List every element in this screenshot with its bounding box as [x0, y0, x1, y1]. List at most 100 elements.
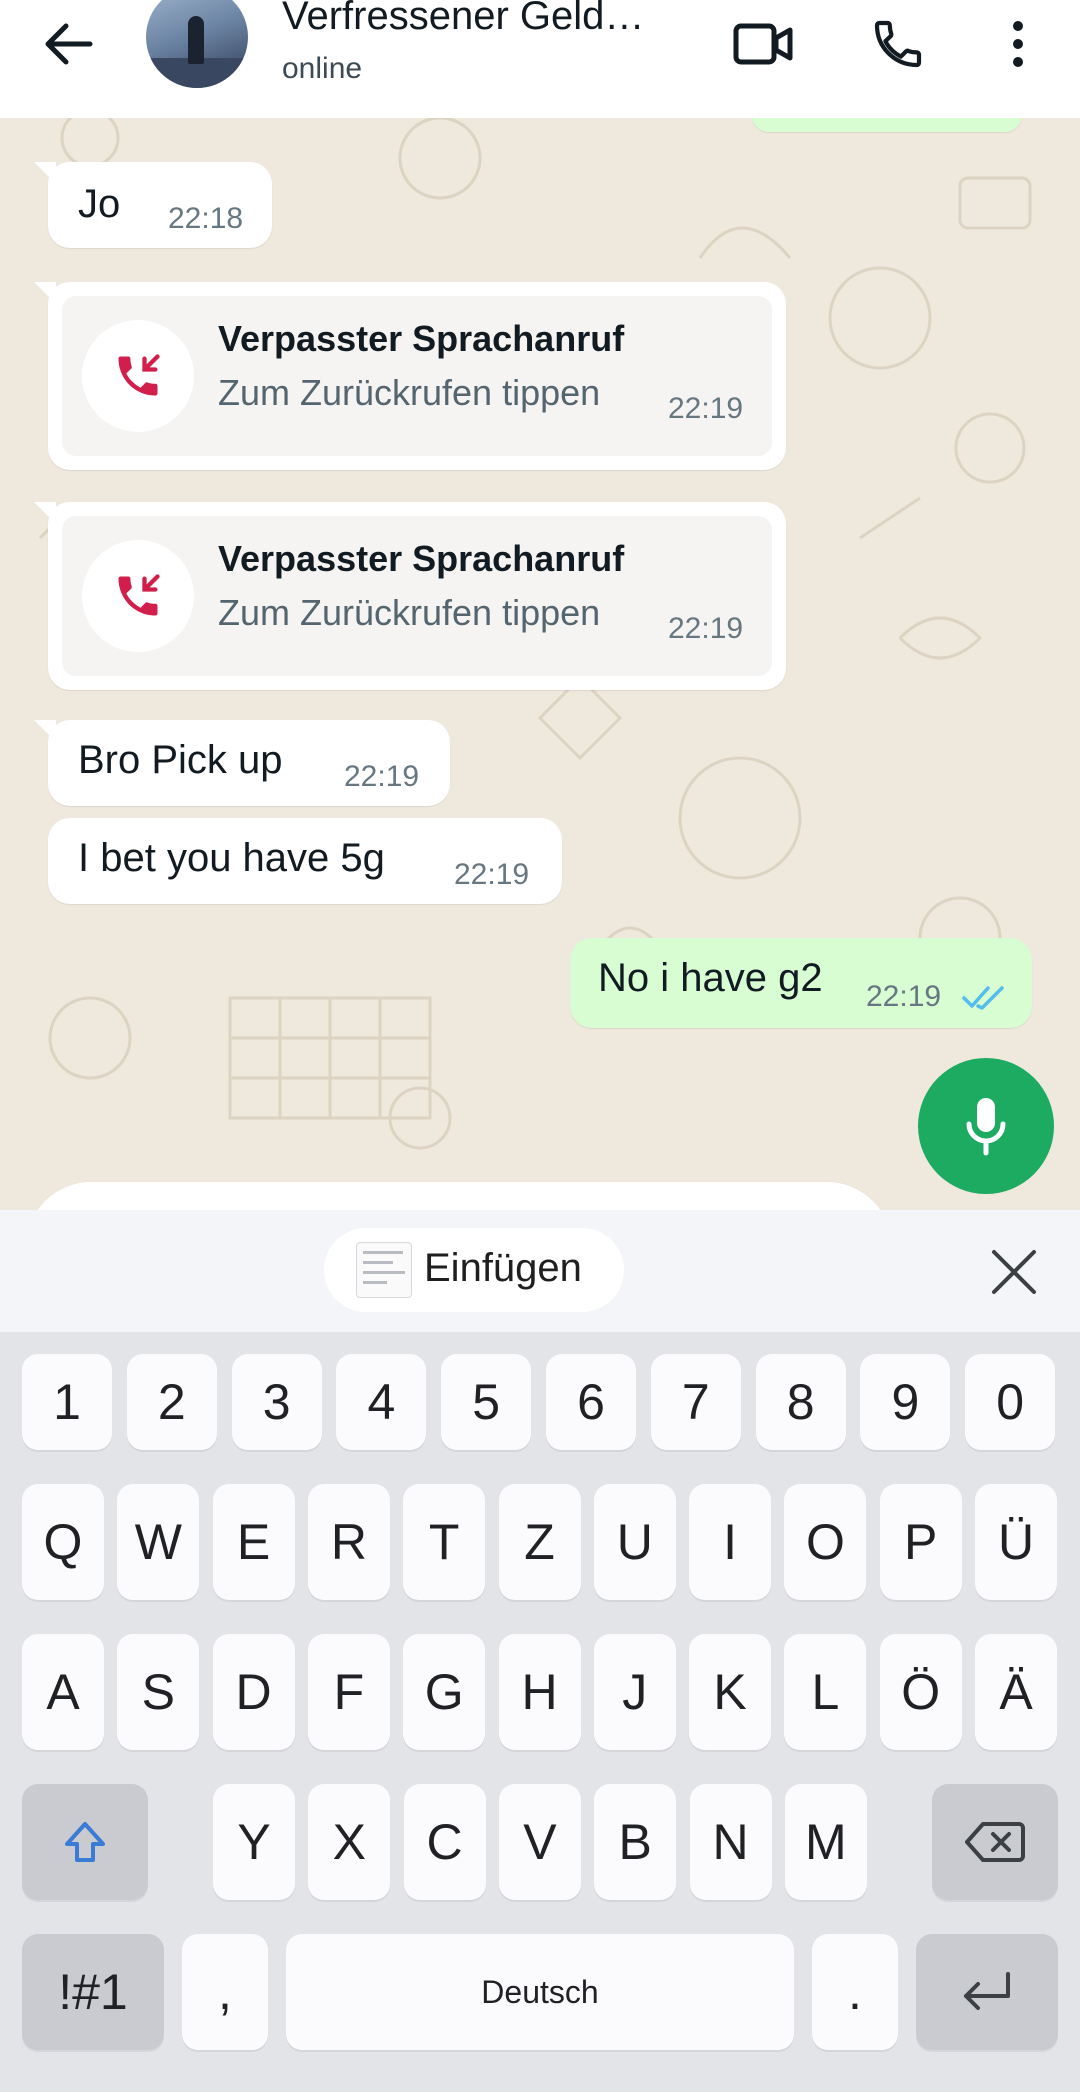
missed-call-bubble[interactable]: Verpasster Sprachanruf Zum Zurückrufen t… [34, 282, 786, 470]
chat-header: Verfressener Geld… online [0, 0, 1080, 118]
key-q[interactable]: Q [22, 1484, 104, 1600]
avatar[interactable] [146, 0, 248, 88]
key-6[interactable]: 6 [546, 1354, 636, 1450]
message-bubble-in[interactable]: Jo 22:18 [34, 162, 272, 248]
key-1-label: 1 [53, 1374, 81, 1430]
enter-icon [964, 1972, 1010, 2010]
call-subtitle: Zum Zurückrufen tippen [218, 592, 601, 633]
contact-name[interactable]: Verfressener Geld… [282, 0, 644, 39]
key-g[interactable]: G [403, 1634, 486, 1750]
key-q-label: Q [43, 1514, 83, 1570]
missed-call-bubble[interactable]: Verpasster Sprachanruf Zum Zurückrufen t… [34, 502, 786, 690]
key-x-label: X [332, 1814, 366, 1870]
key-d[interactable]: D [212, 1634, 295, 1750]
key-7[interactable]: 7 [650, 1354, 741, 1450]
read-receipt-icon [962, 986, 1004, 1010]
back-arrow-icon[interactable] [36, 12, 100, 76]
key-1[interactable]: 1 [22, 1354, 112, 1450]
paste-label: Einfügen [424, 1246, 582, 1290]
key-i[interactable]: I [689, 1484, 772, 1600]
key-8[interactable]: 8 [755, 1354, 846, 1450]
key-a-label: A [46, 1664, 80, 1720]
paste-chip[interactable]: Einfügen [324, 1228, 624, 1312]
space-key-label: Deutsch [481, 1973, 599, 2010]
key-r[interactable]: R [307, 1484, 390, 1600]
key-y[interactable]: Y [213, 1784, 295, 1900]
key-p[interactable]: P [879, 1484, 962, 1600]
key-l[interactable]: L [784, 1634, 867, 1750]
message-time: 22:19 [866, 980, 942, 1013]
clipboard-suggestion-bar: Einfügen [0, 1210, 1080, 1332]
close-icon[interactable] [984, 1242, 1044, 1302]
key-t-label: T [428, 1514, 460, 1570]
key-c[interactable]: C [403, 1784, 486, 1900]
key-h[interactable]: H [498, 1634, 581, 1750]
key-e-label: E [236, 1514, 271, 1570]
message-bubble-out[interactable]: No i have g2 22:19 [570, 938, 1032, 1028]
key-ü-label: Ü [997, 1514, 1035, 1570]
space-key[interactable]: Deutsch [286, 1934, 794, 2050]
period-key[interactable]: . [812, 1934, 898, 2050]
shift-icon [65, 1822, 105, 1862]
call-title: Verpasster Sprachanruf [218, 318, 625, 359]
key-z-label: Z [524, 1514, 555, 1570]
key-0-label: 0 [996, 1374, 1025, 1430]
key-9[interactable]: 9 [860, 1354, 951, 1450]
key-9-label: 9 [891, 1374, 920, 1430]
key-ü[interactable]: Ü [975, 1484, 1057, 1600]
key-3-label: 3 [262, 1374, 291, 1430]
key-m[interactable]: M [784, 1784, 867, 1900]
key-ö[interactable]: Ö [879, 1634, 962, 1750]
key-ä-label: Ä [999, 1664, 1033, 1720]
enter-key[interactable] [916, 1934, 1058, 2050]
mic-button[interactable] [918, 1058, 1054, 1194]
message-text: Bro Pick up [78, 738, 283, 782]
message-bubble-in[interactable]: Bro Pick up 22:19 [34, 720, 450, 806]
key-t[interactable]: T [403, 1484, 486, 1600]
key-5[interactable]: 5 [441, 1354, 532, 1450]
key-n-label: N [712, 1814, 749, 1870]
key-k[interactable]: K [689, 1634, 772, 1750]
backspace-key[interactable] [932, 1784, 1058, 1900]
key-w-label: W [134, 1514, 182, 1570]
key-7-label: 7 [681, 1374, 710, 1430]
message-composer [26, 1182, 892, 1210]
key-v-label: V [523, 1814, 557, 1870]
key-w[interactable]: W [117, 1484, 200, 1600]
message-time: 22:19 [344, 760, 420, 793]
video-call-icon[interactable] [728, 8, 800, 80]
symbols-key[interactable]: !#1 [22, 1934, 164, 2050]
key-v[interactable]: V [498, 1784, 581, 1900]
key-y-label: Y [237, 1814, 271, 1870]
more-options-icon[interactable] [982, 8, 1054, 80]
key-a[interactable]: A [22, 1634, 104, 1750]
key-c-label: C [426, 1814, 463, 1870]
key-2-label: 2 [157, 1374, 186, 1430]
comma-key-label: , [218, 1964, 232, 2020]
missed-call-icon [82, 320, 194, 432]
key-h-label: H [521, 1664, 558, 1720]
key-o-label: O [805, 1514, 845, 1570]
key-b[interactable]: B [594, 1784, 677, 1900]
contact-status: online [282, 52, 363, 85]
key-ä[interactable]: Ä [975, 1634, 1057, 1750]
key-j[interactable]: J [593, 1634, 676, 1750]
comma-key[interactable]: , [182, 1934, 268, 2050]
key-s[interactable]: S [117, 1634, 200, 1750]
key-f[interactable]: F [307, 1634, 390, 1750]
key-4[interactable]: 4 [336, 1354, 427, 1450]
key-z[interactable]: Z [498, 1484, 581, 1600]
key-e[interactable]: E [212, 1484, 295, 1600]
shift-key[interactable] [22, 1784, 148, 1900]
key-3[interactable]: 3 [231, 1354, 322, 1450]
key-0[interactable]: 0 [965, 1354, 1056, 1450]
message-bubble-in[interactable]: I bet you have 5g 22:19 [48, 818, 562, 904]
key-u[interactable]: U [593, 1484, 676, 1600]
key-x[interactable]: X [308, 1784, 391, 1900]
key-o[interactable]: O [784, 1484, 867, 1600]
key-4-label: 4 [367, 1374, 396, 1430]
chat-area[interactable]: Jo 22:18 Verpasster Sprachanruf Zum Zurü… [0, 118, 1080, 1210]
key-2[interactable]: 2 [126, 1354, 217, 1450]
key-n[interactable]: N [689, 1784, 772, 1900]
voice-call-icon[interactable] [862, 8, 934, 80]
